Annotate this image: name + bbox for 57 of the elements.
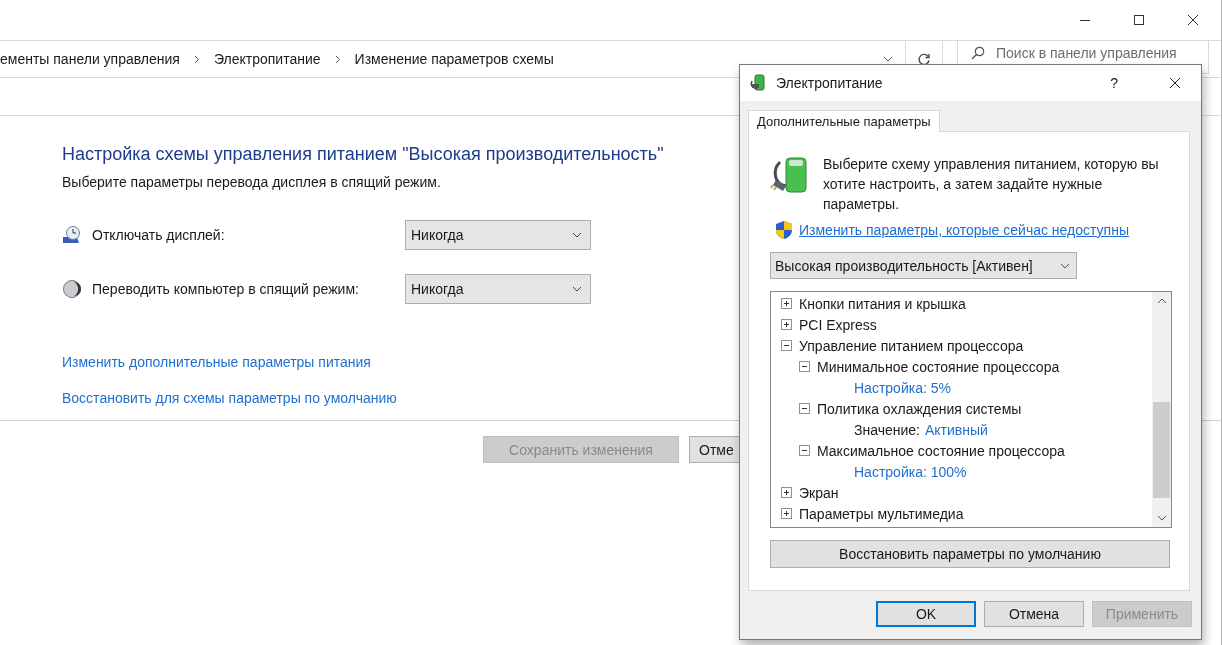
setting-label: Значение: [854, 421, 920, 438]
tree-item[interactable]: Максимальное состояние процессора [817, 442, 1065, 459]
collapse-icon[interactable] [799, 403, 810, 414]
tree-item[interactable]: Кнопки питания и крышка [799, 295, 966, 312]
tree-item[interactable]: Управление питанием процессора [799, 337, 1024, 354]
caret-icon [1060, 262, 1070, 269]
dropdown-icon[interactable] [883, 56, 893, 62]
collapse-icon[interactable] [781, 340, 792, 351]
clock-monitor-icon [62, 225, 82, 245]
help-button[interactable]: ? [1110, 75, 1118, 91]
description: Выберите схему управления питанием, которую вы хотите настроить, а затем задайте нужные параметры. [823, 155, 1160, 214]
breadcrumb-item[interactable]: ементы панели управления [0, 51, 180, 67]
scrollbar[interactable] [1152, 292, 1171, 527]
link[interactable]: Изменить дополнительные параметры питания [62, 354, 371, 370]
chevron-icon [334, 54, 341, 64]
close-icon[interactable] [1169, 77, 1181, 89]
page-subtitle: Выберите параметры перевода дисплея в спящий режим. [62, 174, 441, 190]
admin-link[interactable]: Изменить параметры, которые сейчас недоступны [799, 222, 1129, 238]
maximize-icon[interactable] [1133, 14, 1145, 26]
setting-value[interactable]: Активный [925, 421, 988, 438]
moon-icon [62, 279, 82, 299]
setting-label: Отключать дисплей: [92, 227, 226, 243]
tab[interactable]: Дополнительные параметры [748, 110, 940, 132]
expand-icon[interactable] [781, 319, 792, 330]
breadcrumb-item[interactable]: Изменение параметров схемы [354, 51, 554, 67]
scroll-down-icon[interactable] [1156, 515, 1167, 521]
expand-icon[interactable] [781, 508, 792, 519]
setting-value[interactable]: Настройка: 100% [854, 463, 967, 480]
tree-item[interactable]: Политика охлаждения системы [817, 400, 1022, 417]
expand-icon[interactable] [781, 298, 792, 309]
chevron-icon [193, 54, 200, 64]
tree-item[interactable]: Экран [799, 484, 839, 501]
scheme-dropdown[interactable]: Высокая производительность [Активен] [770, 252, 1077, 279]
cancel-button[interactable]: Отмена [984, 601, 1084, 627]
caret-icon [572, 286, 582, 292]
close-icon[interactable] [1187, 14, 1199, 26]
dropdown[interactable]: Никогда [405, 220, 591, 250]
caret-icon [572, 232, 582, 238]
collapse-icon[interactable] [799, 361, 810, 372]
tree-item[interactable]: Параметры мультимедиа [799, 505, 964, 522]
scroll-up-icon[interactable] [1156, 298, 1167, 304]
ok-button[interactable]: OK [876, 601, 976, 627]
setting-value[interactable]: Настройка: 5% [854, 379, 951, 396]
link[interactable]: Восстановить для схемы параметры по умолчанию [62, 390, 397, 406]
setting-label: Переводить компьютер в спящий режим: [92, 281, 360, 297]
page-heading: Настройка схемы управления питанием "Высокая производительность" [62, 144, 664, 165]
dialog-title: Электропитание [776, 75, 883, 91]
shield-icon [775, 220, 793, 240]
breadcrumb-item[interactable]: Электропитание [213, 51, 321, 67]
search-icon [971, 46, 985, 60]
tree-item[interactable]: PCI Express [799, 316, 877, 333]
expand-icon[interactable] [781, 487, 792, 498]
tree-item[interactable]: Минимальное состояние процессора [817, 358, 1060, 375]
dropdown[interactable]: Никогда [405, 274, 591, 304]
restore-defaults-button[interactable]: Восстановить параметры по умолчанию [770, 540, 1170, 568]
collapse-icon[interactable] [799, 445, 810, 456]
refresh-icon [917, 52, 931, 66]
